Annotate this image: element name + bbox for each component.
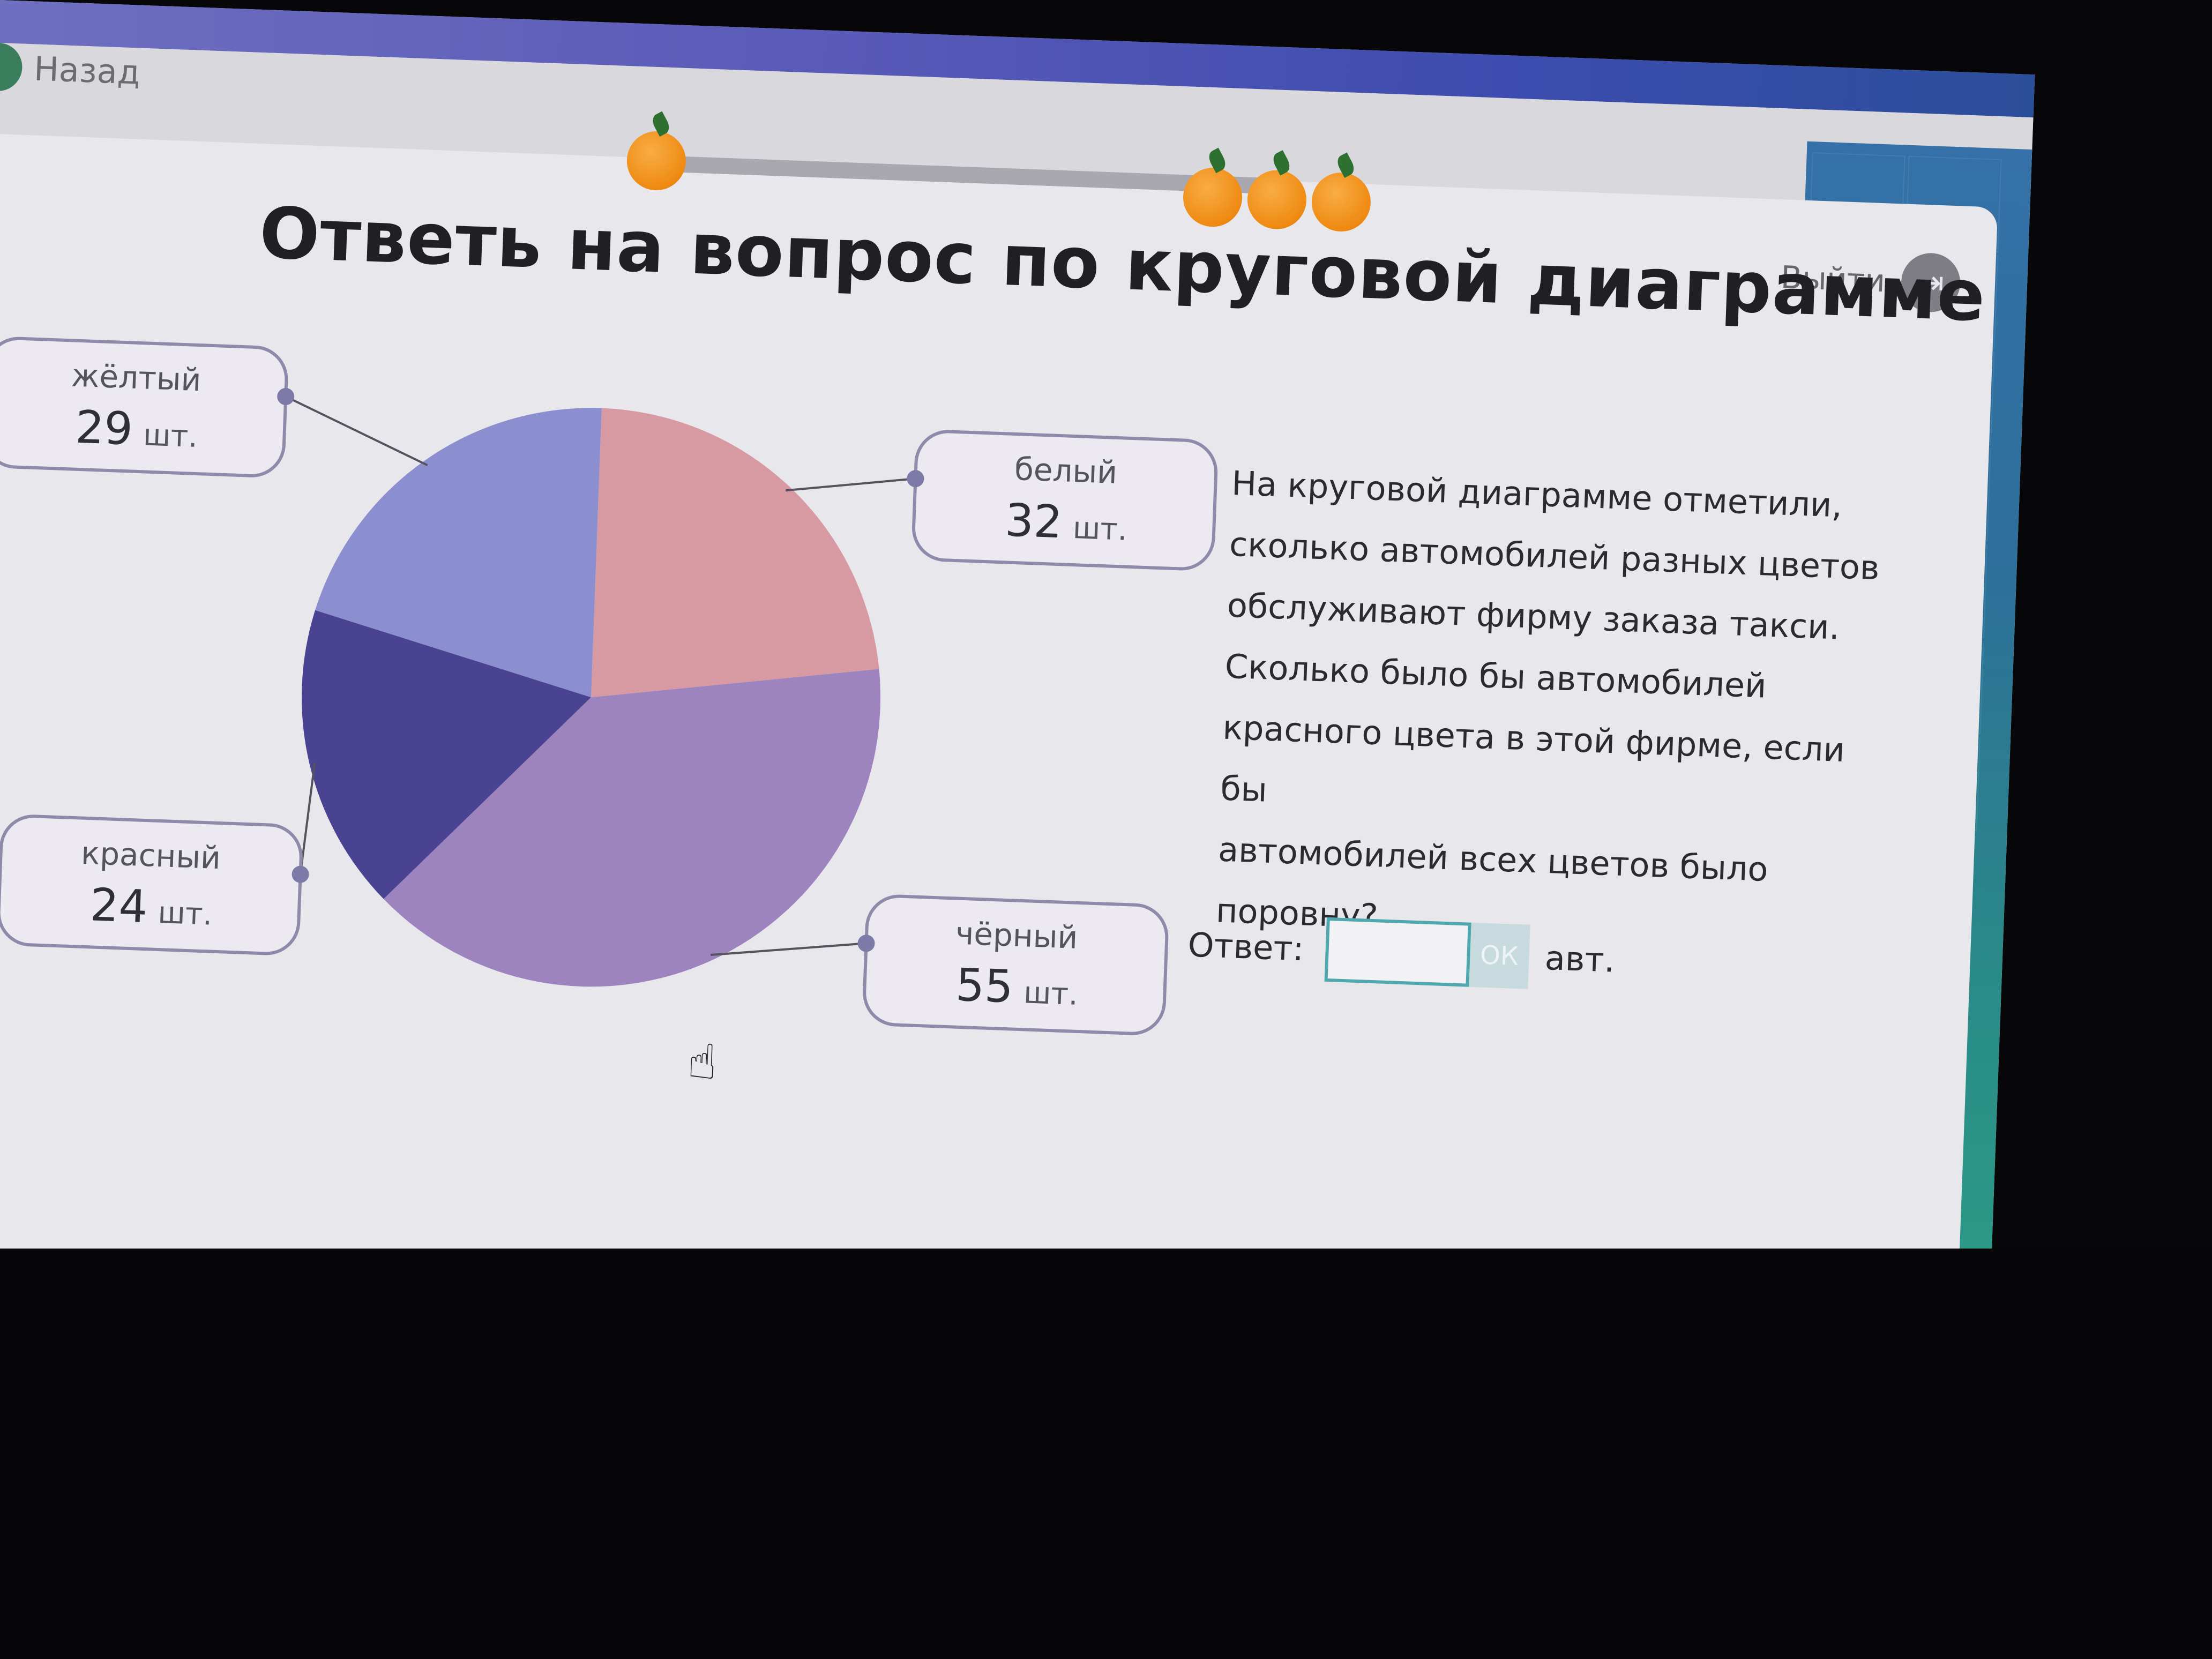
monitor-screen: Назад Выйти ⇥ Ответь на вопрос по кругов… [0,0,2035,1322]
question-text: На круговой диаграмме отметили, сколько а… [1215,453,1902,966]
callout-box [0,814,303,955]
slice-label: красный [80,835,221,877]
desk-background [0,1249,2212,1659]
answer-input[interactable] [1324,917,1471,987]
ok-button[interactable]: ОК [1468,922,1530,989]
pie-slices [302,408,881,987]
answer-label: Ответ: [1187,924,1305,968]
slice-label: белый [1014,451,1118,491]
callout-box [912,430,1218,571]
back-button[interactable]: Назад [0,42,141,96]
callout-leader-line [785,477,916,492]
callout-box [863,894,1169,1035]
callout-leader-line [285,395,428,466]
pie-slice-белый [591,408,879,698]
slice-label: жёлтый [71,357,202,398]
question-line: красного цвета в этой фирме, если бы [1220,707,1846,810]
pie-chart: белый32 шт.чёрный55 шт.красный24 шт.жёлтый2… [0,337,1218,1035]
back-label: Назад [33,48,141,92]
orange-icon-collected [625,130,687,192]
back-icon [0,42,24,92]
hand-cursor-icon: ☝ [686,1033,718,1091]
callout-box [0,337,288,477]
answer-unit: авт. [1544,938,1616,980]
slice-label: чёрный [955,915,1079,956]
